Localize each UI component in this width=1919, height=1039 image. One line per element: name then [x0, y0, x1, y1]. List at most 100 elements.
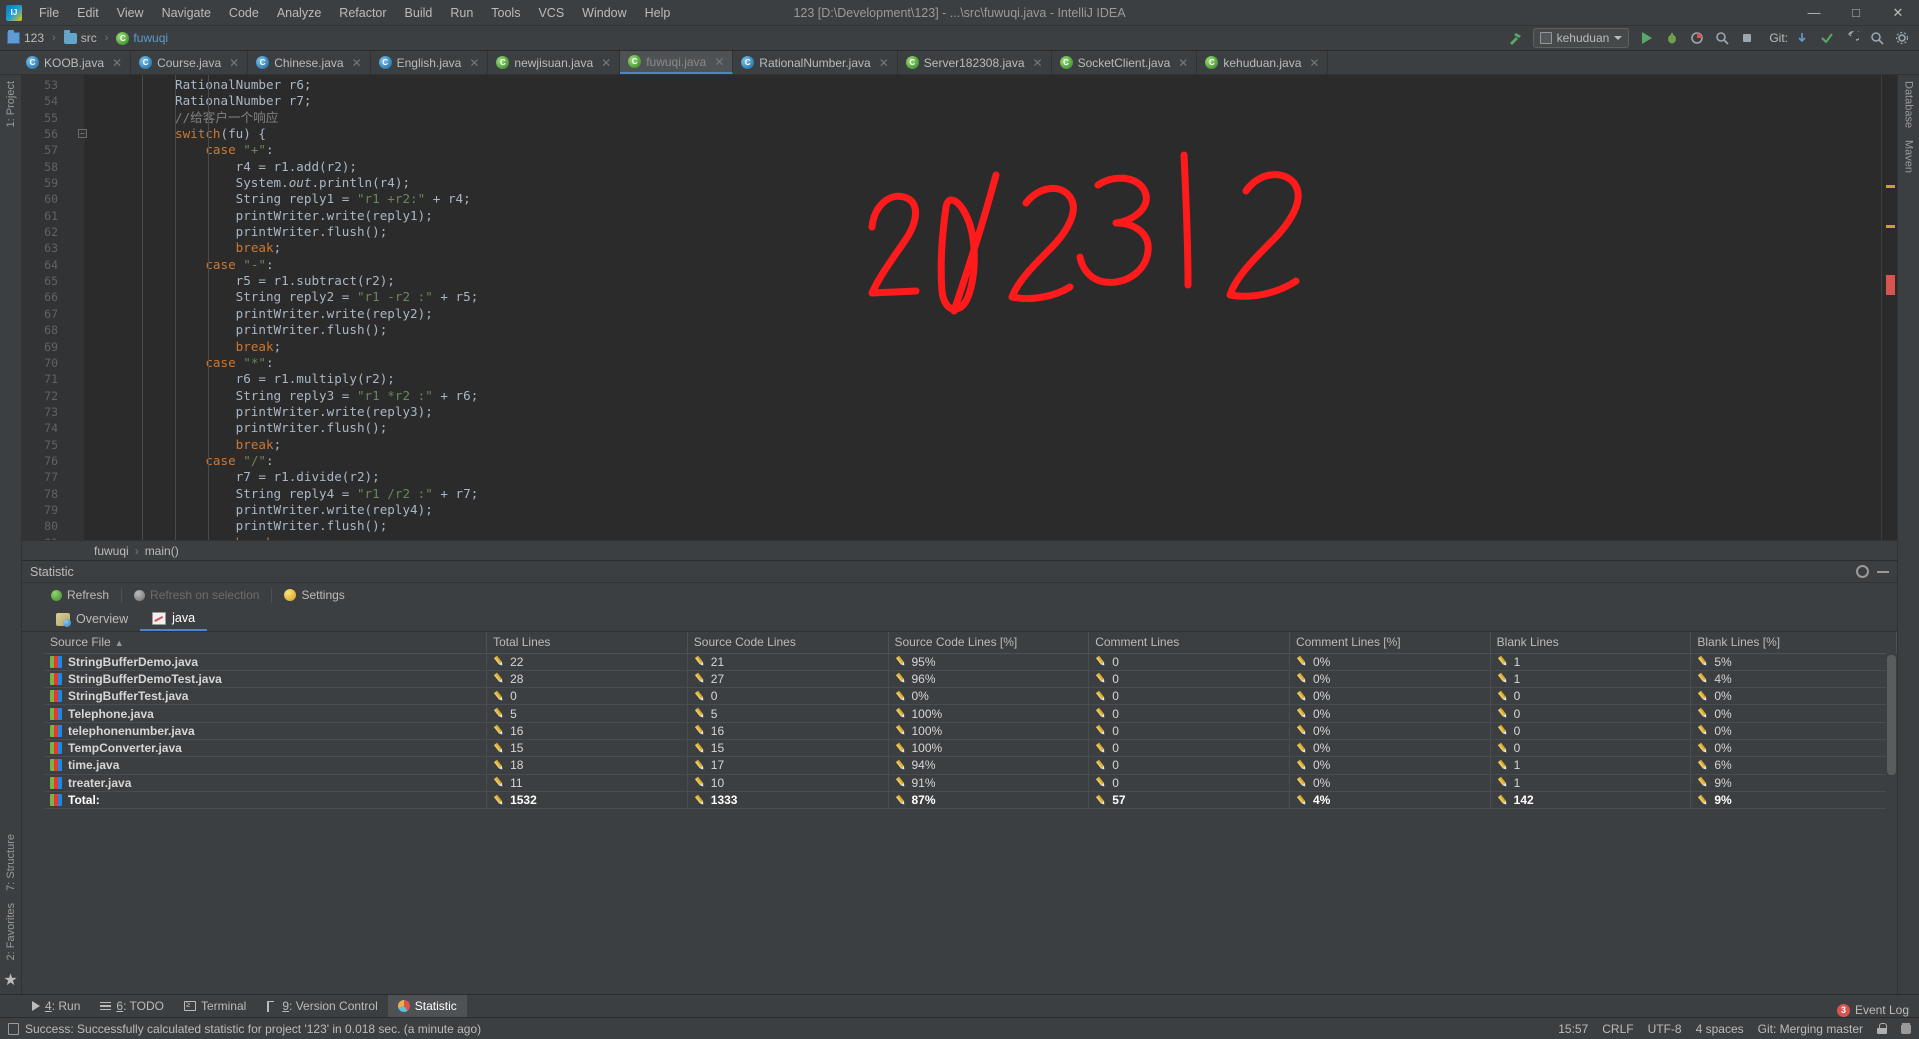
editor-tab-kehuduan[interactable]: kehuduan.java ✕	[1197, 51, 1329, 74]
menu-code[interactable]: Code	[220, 3, 268, 23]
breadcrumb-src[interactable]: src	[61, 29, 100, 46]
code-line[interactable]: printWriter.write(reply3);	[84, 404, 1881, 420]
settings-gear-icon[interactable]	[1891, 28, 1913, 49]
code-line[interactable]: String reply1 = "r1 +r2:" + r4;	[84, 191, 1881, 207]
event-log-indicator[interactable]: 3 Event Log	[1836, 1003, 1909, 1017]
menu-edit[interactable]: Edit	[68, 3, 108, 23]
tab-java[interactable]: java	[140, 607, 208, 631]
scrollbar-thumb[interactable]	[1887, 655, 1896, 775]
column-header-comment-lines[interactable]: Comment Lines	[1088, 632, 1290, 654]
profiler-button[interactable]	[1711, 28, 1733, 49]
search-everywhere-icon[interactable]	[1866, 28, 1888, 49]
menu-help[interactable]: Help	[636, 3, 680, 23]
run-with-coverage-button[interactable]	[1686, 28, 1708, 49]
menu-vcs[interactable]: VCS	[529, 3, 573, 23]
column-header-source-code-pct[interactable]: Source Code Lines [%]	[888, 632, 1090, 654]
stop-button[interactable]	[1736, 28, 1758, 49]
code-line[interactable]: //给客户一个响应	[84, 110, 1881, 126]
maximize-button[interactable]: □	[1835, 0, 1877, 26]
code-line[interactable]: RationalNumber r6;	[84, 77, 1881, 93]
editor-tab-course[interactable]: Course.java ✕	[131, 51, 249, 74]
column-header-blank-lines[interactable]: Blank Lines	[1490, 632, 1692, 654]
code-line[interactable]: case "-":	[84, 257, 1881, 273]
menu-build[interactable]: Build	[396, 3, 442, 23]
editor-tab-newjisuan[interactable]: newjisuan.java ✕	[488, 51, 621, 74]
code-line[interactable]: String reply4 = "r1 /r2 :" + r7;	[84, 486, 1881, 502]
editor-tab-english[interactable]: English.java ✕	[371, 51, 489, 74]
close-tab-icon[interactable]: ✕	[112, 56, 122, 70]
favorites-star-icon[interactable]: ★	[3, 966, 17, 994]
table-row[interactable]: TempConverter.java 15 15 100% 0 0% 0 0%	[44, 739, 1897, 758]
bottom-tab-run[interactable]: 4: Run	[22, 995, 90, 1017]
code-line[interactable]: printWriter.flush();	[84, 420, 1881, 436]
editor-tab-server182308[interactable]: Server182308.java ✕	[898, 51, 1052, 74]
status-indent[interactable]: 4 spaces	[1696, 1022, 1744, 1036]
lock-icon[interactable]	[1877, 1023, 1887, 1034]
refresh-on-selection-button[interactable]: Refresh on selection	[127, 586, 266, 604]
settings-button[interactable]: Settings	[277, 586, 351, 604]
editor-tab-chinese[interactable]: Chinese.java ✕	[248, 51, 371, 74]
status-encoding[interactable]: UTF-8	[1648, 1022, 1682, 1036]
table-row[interactable]: treater.java 11 10 91% 0 0% 1 9%	[44, 774, 1897, 792]
menu-view[interactable]: View	[108, 3, 153, 23]
commit-checkmark-icon[interactable]	[1816, 28, 1838, 49]
code-line[interactable]: printWriter.write(reply1);	[84, 208, 1881, 224]
menu-refactor[interactable]: Refactor	[330, 3, 395, 23]
code-line[interactable]: case "+":	[84, 142, 1881, 158]
code-line[interactable]: switch(fu) {	[84, 126, 1881, 142]
code-line[interactable]: printWriter.write(reply4);	[84, 502, 1881, 518]
code-line[interactable]: break;	[84, 339, 1881, 355]
tool-button-maven[interactable]: Maven	[1900, 134, 1918, 179]
close-tab-icon[interactable]: ✕	[469, 56, 479, 70]
run-configuration-selector[interactable]: kehuduan	[1532, 28, 1630, 48]
menu-tools[interactable]: Tools	[482, 3, 529, 23]
hide-panel-icon[interactable]	[1877, 570, 1889, 573]
table-row[interactable]: telephonenumber.java 16 16 100% 0 0% 0 0%	[44, 722, 1897, 740]
close-button[interactable]: ✕	[1877, 0, 1919, 26]
menu-window[interactable]: Window	[573, 3, 635, 23]
breadcrumb-method[interactable]: main()	[145, 544, 179, 558]
breadcrumb-project[interactable]: 123	[4, 30, 47, 46]
table-row[interactable]: StringBufferDemoTest.java 28 27 96% 0 0% 1 4%	[44, 670, 1897, 689]
status-git-branch[interactable]: Git: Merging master	[1758, 1022, 1863, 1036]
code-line[interactable]: r6 = r1.multiply(r2);	[84, 371, 1881, 387]
breadcrumb-fuwuqi[interactable]: fuwuqi	[113, 30, 171, 46]
editor-tab-koob[interactable]: KOOB.java ✕	[18, 51, 132, 74]
statistic-table-scroll[interactable]: Source File ▲ Total Lines Source Code Lin…	[44, 632, 1897, 994]
menu-navigate[interactable]: Navigate	[153, 3, 220, 23]
update-project-icon[interactable]	[1791, 28, 1813, 49]
tool-button-database[interactable]: Database	[1900, 75, 1918, 134]
table-row[interactable]: StringBufferTest.java 0 0 0% 0 0% 0 0%	[44, 687, 1897, 706]
code-line[interactable]: r5 = r1.subtract(r2);	[84, 273, 1881, 289]
editor-tab-socketclient[interactable]: SocketClient.java ✕	[1052, 51, 1198, 74]
editor-error-stripe[interactable]	[1881, 75, 1897, 540]
table-row[interactable]: StringBufferDemo.java 22 21 95% 0 0% 1 5%	[44, 653, 1897, 671]
minimize-button[interactable]: —	[1793, 0, 1835, 26]
status-message-group[interactable]: Success: Successfully calculated statist…	[8, 1022, 481, 1036]
bottom-tab-statistic[interactable]: Statistic	[387, 995, 467, 1017]
close-tab-icon[interactable]: ✕	[879, 56, 889, 70]
code-line[interactable]: break;	[84, 240, 1881, 256]
table-total-row[interactable]: Total: 1532 1333 87% 57 4% 142 9%	[44, 790, 1897, 810]
menu-run[interactable]: Run	[441, 3, 482, 23]
close-tab-icon[interactable]: ✕	[714, 55, 724, 69]
code-line[interactable]: r7 = r1.divide(r2);	[84, 469, 1881, 485]
run-button[interactable]	[1636, 28, 1658, 49]
column-header-comment-pct[interactable]: Comment Lines [%]	[1289, 632, 1491, 654]
bottom-tab-terminal[interactable]: Terminal	[174, 995, 256, 1017]
close-tab-icon[interactable]: ✕	[601, 56, 611, 70]
close-tab-icon[interactable]: ✕	[352, 56, 362, 70]
code-line[interactable]: break;	[84, 535, 1881, 540]
close-tab-icon[interactable]: ✕	[1033, 56, 1043, 70]
code-line[interactable]: case "*":	[84, 355, 1881, 371]
column-header-total-lines[interactable]: Total Lines	[486, 632, 688, 654]
trash-icon[interactable]	[1901, 1023, 1911, 1034]
tool-button-favorites[interactable]: 2: Favorites	[2, 897, 20, 966]
status-line-sep[interactable]: CRLF	[1602, 1022, 1633, 1036]
bottom-tab-todo[interactable]: 6: TODO	[90, 995, 174, 1017]
code-line[interactable]: System.out.println(r4);	[84, 175, 1881, 191]
rollback-icon[interactable]	[1841, 28, 1863, 49]
code-line[interactable]: printWriter.write(reply2);	[84, 306, 1881, 322]
table-row[interactable]: time.java 18 17 94% 0 0% 1 6%	[44, 756, 1897, 775]
editor-tab-fuwuqi[interactable]: fuwuqi.java ✕	[620, 51, 734, 74]
